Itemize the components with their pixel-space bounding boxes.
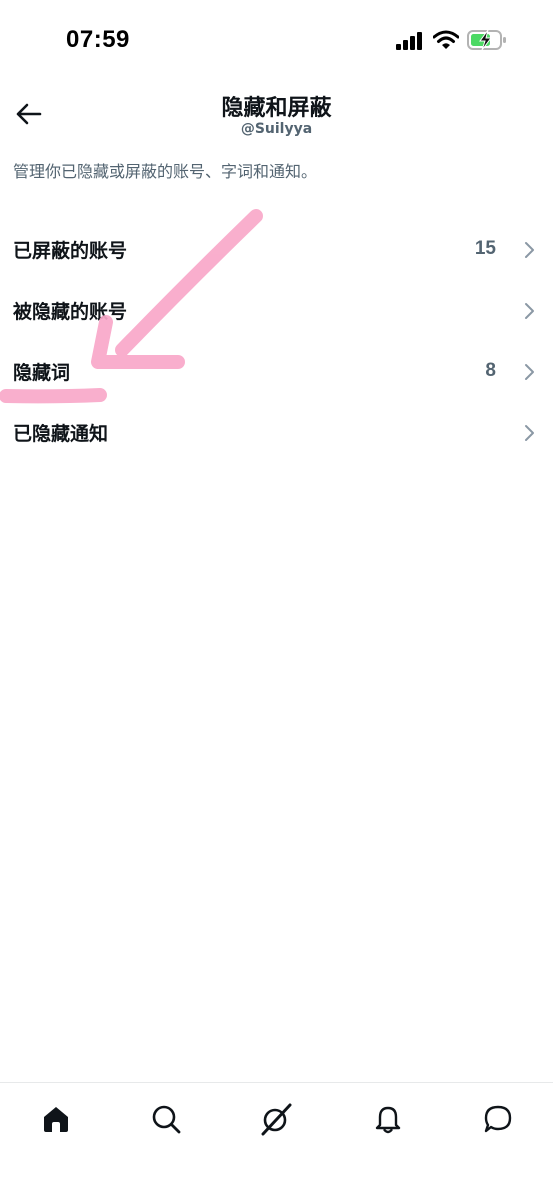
menu-item-label: 已屏蔽的账号 [13, 240, 128, 262]
chevron-right-icon [525, 242, 534, 258]
menu-item-muted-accounts[interactable]: 被隐藏的账号 [0, 280, 553, 341]
menu-item-label: 隐藏词 [13, 362, 71, 384]
tab-messages[interactable] [478, 1099, 518, 1139]
menu-item-label: 已隐藏通知 [13, 423, 109, 445]
menu-item-count: 15 [474, 238, 496, 259]
tab-home[interactable] [36, 1099, 76, 1139]
page-description: 管理你已隐藏或屏蔽的账号、字词和通知。 [13, 162, 318, 181]
chevron-right-icon [525, 303, 534, 319]
menu-item-muted-notifications[interactable]: 已隐藏通知 [0, 402, 553, 463]
menu-item-blocked-accounts[interactable]: 已屏蔽的账号 15 [0, 219, 553, 280]
wifi-icon [433, 30, 459, 49]
chat-bubble-icon [484, 1105, 512, 1133]
page-title: 隐藏和屏蔽 [221, 96, 332, 121]
tab-search[interactable] [146, 1099, 186, 1139]
menu-list: 已屏蔽的账号 15 被隐藏的账号 隐藏词 8 已隐藏通知 [0, 219, 553, 463]
menu-item-label: 被隐藏的账号 [13, 301, 128, 323]
header: 隐藏和屏蔽 @Suilyya [0, 80, 553, 150]
tab-notifications[interactable] [368, 1099, 408, 1139]
status-bar: 07:59 [0, 0, 553, 80]
bell-icon [375, 1106, 401, 1134]
grok-icon [261, 1103, 292, 1136]
tab-bar [0, 1082, 553, 1201]
menu-item-count: 8 [485, 360, 496, 381]
search-icon [152, 1105, 181, 1134]
menu-item-muted-words[interactable]: 隐藏词 8 [0, 341, 553, 402]
tab-grok[interactable] [256, 1099, 296, 1139]
home-icon [44, 1107, 68, 1132]
battery-charging-icon [467, 29, 506, 51]
chevron-right-icon [525, 425, 534, 441]
status-time: 07:59 [66, 26, 130, 53]
chevron-right-icon [525, 364, 534, 380]
signal-icon [396, 32, 422, 50]
account-handle: @Suilyya [240, 121, 313, 137]
